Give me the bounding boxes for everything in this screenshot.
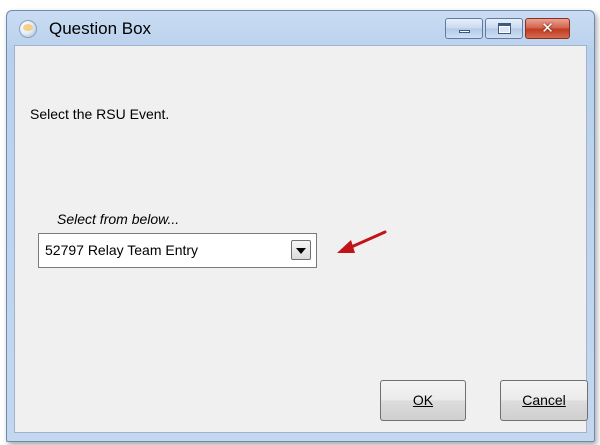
dialog-body: Select the RSU Event. Select from below.…: [14, 45, 588, 433]
window-title: Question Box: [49, 19, 152, 38]
question-box-window: Question Box ✕ Select the RSU Event. Sel…: [6, 10, 595, 442]
prompt-text: Select the RSU Event.: [30, 106, 170, 122]
cancel-button[interactable]: Cancel: [500, 380, 588, 421]
annotation-arrow-icon: [337, 230, 387, 253]
chevron-down-icon[interactable]: [291, 240, 311, 260]
dropdown-selected-value: 52797 Relay Team Entry: [45, 242, 199, 258]
ok-button[interactable]: OK: [380, 380, 466, 421]
maximize-button[interactable]: [485, 18, 523, 39]
event-dropdown[interactable]: 52797 Relay Team Entry: [38, 233, 317, 268]
maximize-icon: [498, 23, 511, 34]
minimize-icon: [459, 30, 470, 33]
app-icon: [19, 20, 37, 38]
title-bar[interactable]: Question Box ✕: [7, 11, 594, 45]
close-button[interactable]: ✕: [525, 18, 570, 39]
close-icon: ✕: [541, 19, 554, 37]
minimize-button[interactable]: [445, 18, 483, 39]
select-label: Select from below...: [57, 211, 180, 227]
